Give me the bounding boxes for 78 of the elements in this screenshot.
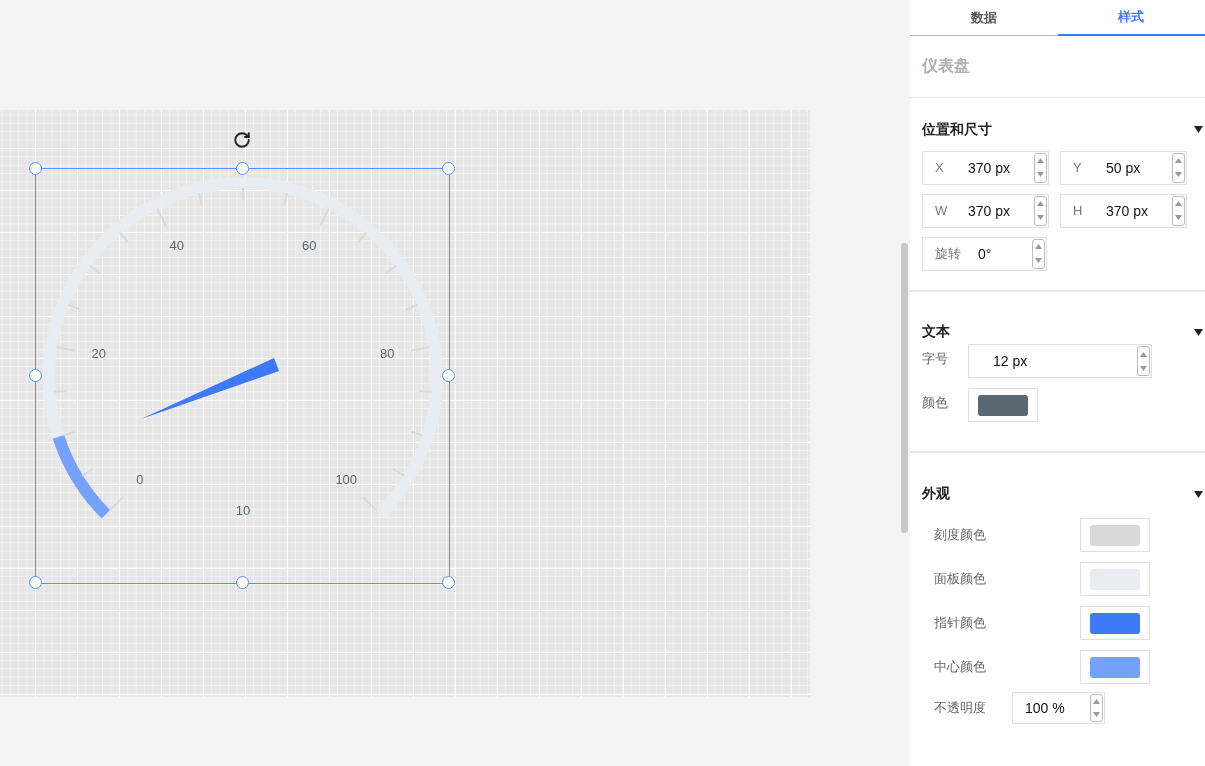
down-triangle-icon: [1175, 215, 1182, 221]
down-triangle-icon: [1093, 712, 1100, 718]
field-value: 0°: [978, 245, 992, 262]
scrollbar-thumb[interactable]: [901, 243, 908, 533]
field-label: 中心颜色: [934, 658, 987, 677]
number-field[interactable]: Y 50 px: [1060, 150, 1187, 185]
field-label: 旋转: [934, 244, 962, 263]
stepper-control[interactable]: [1172, 195, 1185, 226]
resize-handle[interactable]: [29, 576, 42, 589]
stepper-control[interactable]: [1034, 152, 1047, 183]
field-label: 面板颜色: [934, 570, 987, 589]
up-triangle-icon: [1093, 699, 1100, 705]
field-value: 12 px: [993, 353, 1028, 370]
stepper-control[interactable]: [1090, 694, 1103, 723]
up-triangle-icon: [1035, 244, 1042, 250]
resize-handle[interactable]: [235, 162, 249, 175]
resize-handle[interactable]: [442, 162, 455, 175]
up-triangle-icon: [1037, 201, 1044, 207]
panel-tab[interactable]: 样式: [1057, 0, 1205, 37]
component-title: 仪表盘: [922, 55, 970, 76]
down-triangle-icon: [1140, 365, 1147, 371]
field-label: 不透明度: [934, 699, 987, 718]
up-triangle-icon: [1037, 158, 1044, 164]
stepper-control[interactable]: [1172, 152, 1185, 183]
field-label: 字号: [922, 350, 949, 369]
resize-handle[interactable]: [29, 369, 42, 382]
stepper-control[interactable]: [1032, 238, 1045, 269]
field-label: W: [934, 203, 949, 219]
up-triangle-icon: [1175, 201, 1182, 207]
resize-handle[interactable]: [235, 576, 249, 589]
scale-label: 60: [302, 238, 317, 254]
gauge-reading: 10: [235, 503, 251, 519]
rotate-icon[interactable]: [233, 131, 251, 149]
color-picker[interactable]: [968, 388, 1038, 423]
field-label: 颜色: [922, 394, 949, 413]
field-value: 50 px: [1106, 159, 1141, 176]
collapse-caret-icon[interactable]: [1194, 328, 1203, 336]
down-triangle-icon: [1037, 172, 1044, 178]
field-label: H: [1072, 203, 1084, 219]
section-title: 外观: [922, 485, 950, 504]
panel-tab[interactable]: 数据: [910, 0, 1058, 37]
color-picker[interactable]: [1080, 562, 1150, 597]
number-field[interactable]: X 370 px: [922, 150, 1049, 185]
number-field[interactable]: 旋转 0°: [922, 236, 1047, 271]
number-field[interactable]: H 370 px: [1060, 193, 1187, 228]
resize-handle[interactable]: [442, 369, 455, 382]
stepper-control[interactable]: [1137, 346, 1150, 377]
resize-handle[interactable]: [442, 576, 455, 589]
collapse-caret-icon[interactable]: [1194, 490, 1203, 498]
field-label: X: [934, 160, 945, 176]
collapse-caret-icon[interactable]: [1194, 126, 1203, 134]
scale-label: 20: [91, 345, 107, 361]
down-triangle-icon: [1035, 258, 1042, 264]
field-label: 指针颜色: [934, 614, 987, 633]
section-title: 位置和尺寸: [922, 120, 992, 139]
field-value: 370 px: [1106, 202, 1149, 219]
color-picker[interactable]: [1080, 606, 1150, 641]
color-picker[interactable]: [1080, 518, 1150, 553]
field-label: 刻度颜色: [934, 526, 987, 545]
field-value: 370 px: [968, 159, 1011, 176]
color-picker[interactable]: [1080, 650, 1150, 685]
field-label: Y: [1072, 160, 1083, 176]
scale-label: 40: [169, 238, 184, 254]
scale-label: 0: [136, 471, 144, 487]
down-triangle-icon: [1175, 172, 1182, 178]
number-field[interactable]: W 370 px: [922, 193, 1049, 228]
field-value: 100 %: [1025, 700, 1065, 717]
down-triangle-icon: [1037, 215, 1044, 221]
up-triangle-icon: [1175, 158, 1182, 164]
up-triangle-icon: [1140, 351, 1147, 357]
number-field[interactable]: 100 %: [1012, 692, 1105, 725]
scale-label: 80: [379, 345, 395, 361]
field-value: 370 px: [968, 202, 1011, 219]
resize-handle[interactable]: [29, 162, 42, 175]
number-field[interactable]: 12 px: [968, 344, 1152, 379]
scale-label: 100: [335, 471, 358, 487]
stepper-control[interactable]: [1034, 195, 1047, 226]
section-title: 文本: [922, 323, 950, 342]
